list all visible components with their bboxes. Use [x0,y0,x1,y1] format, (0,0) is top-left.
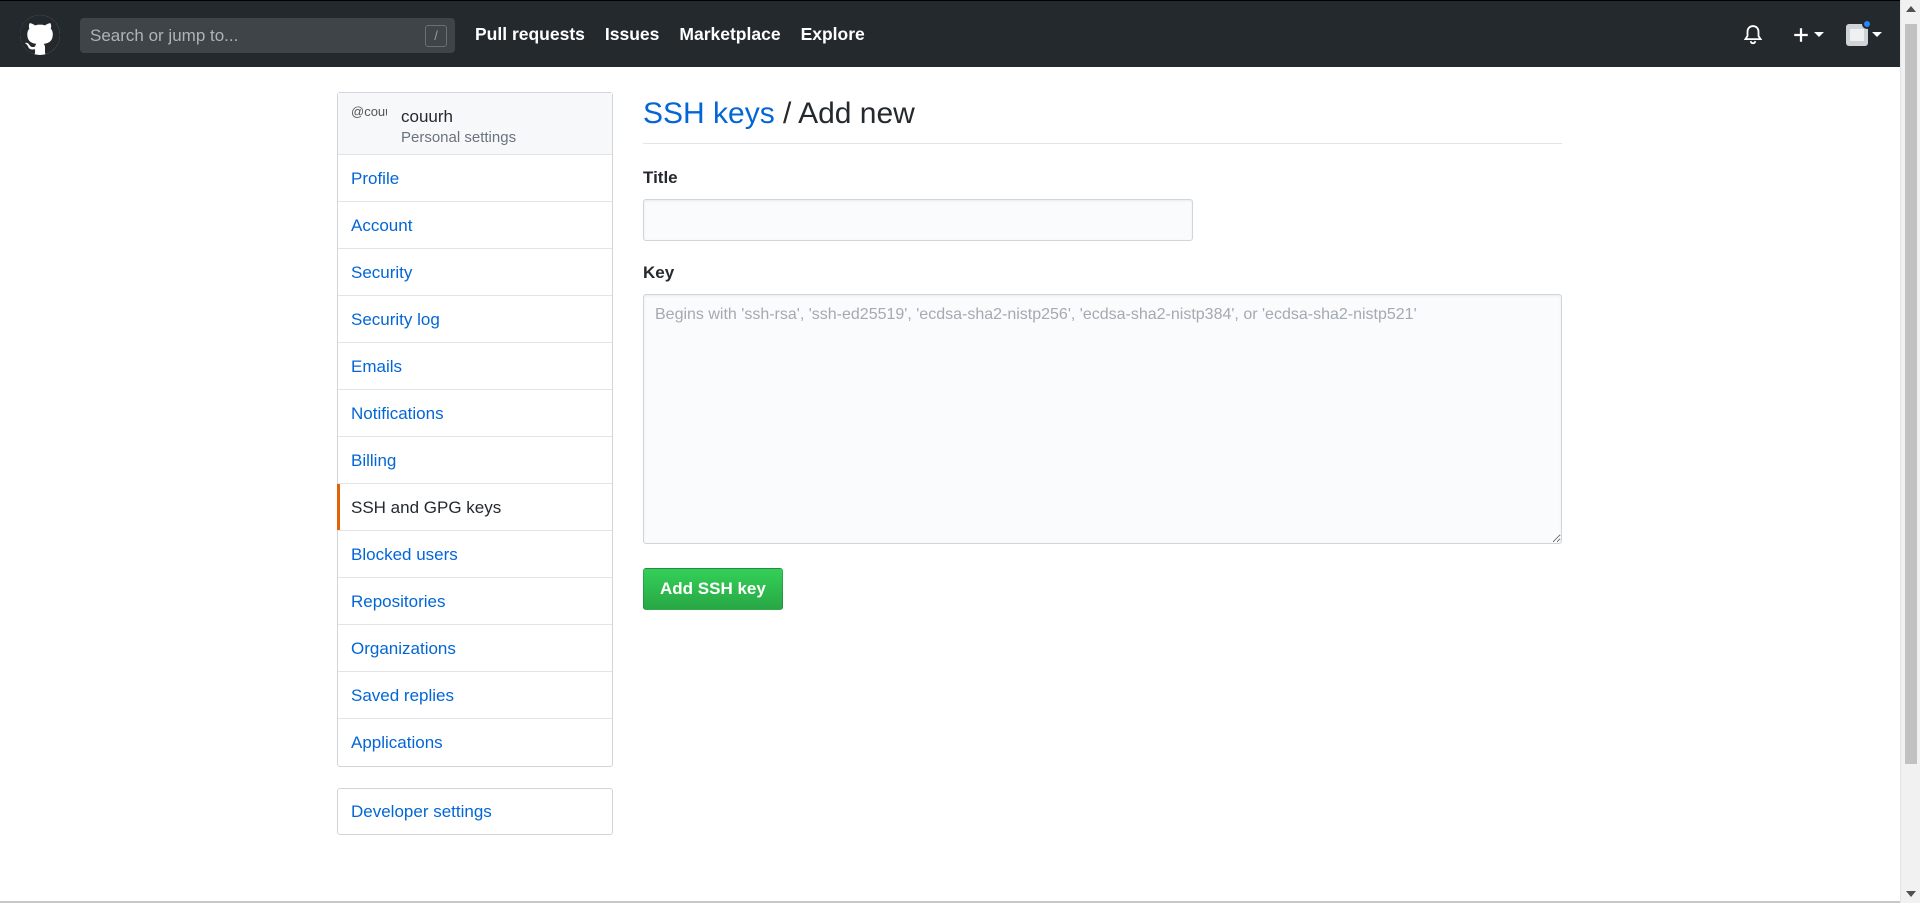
main-content: SSH keys / Add new Title Key Add SSH key [643,92,1562,610]
nav-explore[interactable]: Explore [801,24,865,45]
search-shortcut-hint: / [425,25,447,47]
developer-settings-box: Developer settings [337,788,613,835]
user-subtitle: Personal settings [401,129,517,146]
sidebar-item-notifications[interactable]: Notifications [338,390,612,437]
user-name: couurh [401,107,453,126]
scroll-down-icon[interactable] [1906,891,1916,897]
title-label: Title [643,168,678,187]
sidebar-item-security-log[interactable]: Security log [338,296,612,343]
breadcrumb-separator: / [774,97,799,130]
breadcrumb-current: Add new [798,97,915,130]
github-logo-icon[interactable] [20,15,60,55]
sidebar-item-emails[interactable]: Emails [338,343,612,390]
page-scrollbar[interactable] [1900,0,1920,903]
sidebar-item-profile[interactable]: Profile [338,155,612,202]
sidebar-item-saved-replies[interactable]: Saved replies [338,672,612,719]
nav-issues[interactable]: Issues [605,24,659,45]
sidebar-item-repositories[interactable]: Repositories [338,578,612,625]
sidebar-item-applications[interactable]: Applications [338,719,612,766]
sidebar-item-billing[interactable]: Billing [338,437,612,484]
scroll-up-icon[interactable] [1906,6,1916,12]
sidebar-item-organizations[interactable]: Organizations [338,625,612,672]
nav-marketplace[interactable]: Marketplace [679,24,780,45]
key-label: Key [643,263,675,282]
top-header: / Pull requests Issues Marketplace Explo… [0,0,1900,67]
nav-pull-requests[interactable]: Pull requests [475,24,585,45]
avatar: @couurh [351,105,387,119]
search-box[interactable]: / [80,18,455,53]
sidebar-item-account[interactable]: Account [338,202,612,249]
add-ssh-key-button[interactable]: Add SSH key [643,568,783,610]
title-input[interactable] [643,199,1193,241]
plus-icon [1794,27,1808,42]
sidebar-item-blocked-users[interactable]: Blocked users [338,531,612,578]
key-textarea[interactable] [643,294,1562,544]
page-title: SSH keys / Add new [643,92,1562,144]
sidebar-item-developer-settings[interactable]: Developer settings [338,789,612,834]
chevron-down-icon [1872,32,1882,37]
search-input[interactable] [80,18,455,53]
breadcrumb-ssh-keys-link[interactable]: SSH keys [643,97,775,130]
sidebar-user-header: @couurh couurh Personal settings [338,93,612,155]
create-new-dropdown[interactable] [1792,26,1824,44]
header-nav: Pull requests Issues Marketplace Explore [475,1,885,68]
chevron-down-icon [1814,32,1824,37]
sidebar-item-security[interactable]: Security [338,249,612,296]
notification-dot [1862,18,1872,29]
user-menu-dropdown[interactable] [1846,18,1882,46]
scrollbar-thumb[interactable] [1905,24,1917,764]
sidebar-item-ssh-gpg-keys[interactable]: SSH and GPG keys [337,484,612,531]
settings-sidebar: @couurh couurh Personal settings Profile… [337,92,613,767]
header-actions [1742,1,1882,68]
bell-icon[interactable] [1742,24,1764,46]
